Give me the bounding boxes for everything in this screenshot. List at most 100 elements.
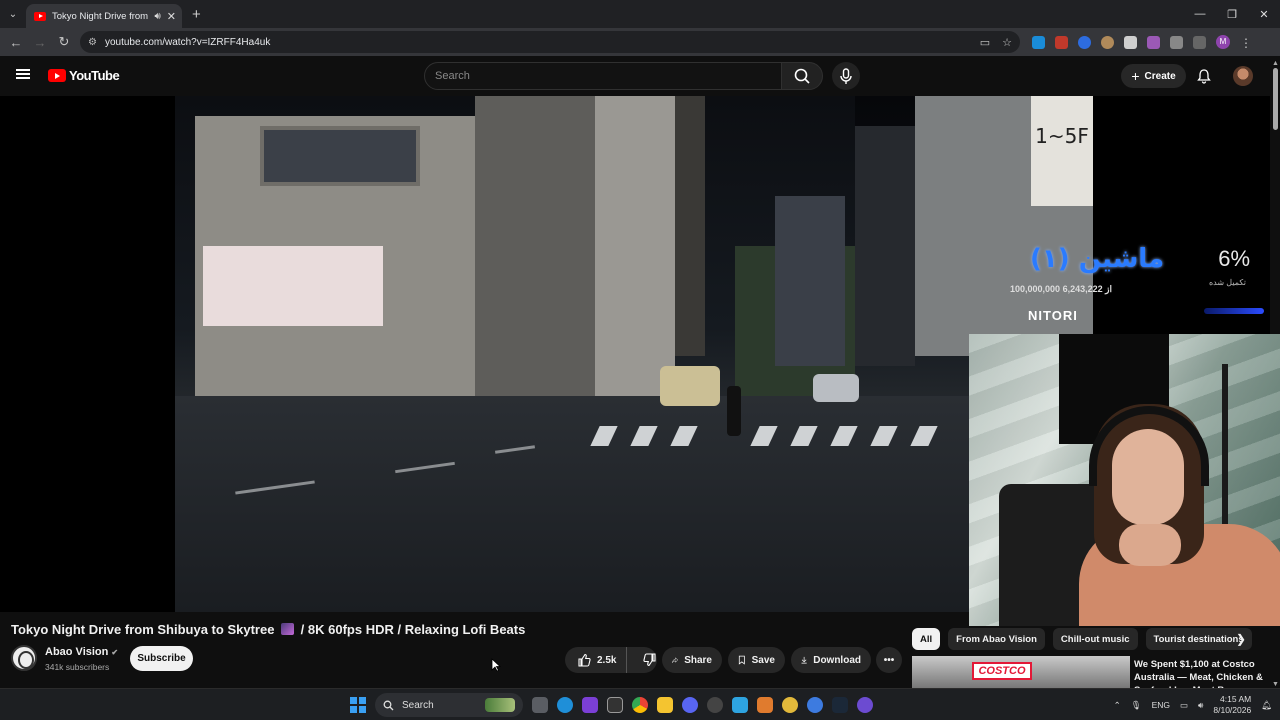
clock[interactable]: 4:15 AM 8/10/2026 [1213, 694, 1251, 716]
video-window [260, 126, 420, 186]
task-view-icon[interactable] [532, 697, 548, 713]
create-label: Create [1144, 70, 1176, 82]
search-input[interactable] [425, 63, 781, 89]
address-bar[interactable]: ⚙︎ youtube.com/watch?v=IZRFF4Ha4uk ▭ ☆ [80, 31, 1020, 53]
scroll-up-icon[interactable]: ▲ [1272, 60, 1279, 67]
subscriber-count: 341k subscribers [45, 662, 110, 672]
site-info-icon[interactable]: ⚙︎ [88, 37, 97, 48]
extension-icon[interactable] [1055, 35, 1068, 49]
shield-icon[interactable] [1124, 35, 1137, 49]
chip-chill-out-music[interactable]: Chill-out music [1052, 628, 1138, 650]
volume-icon[interactable]: 🔊︎ [1198, 700, 1203, 711]
settings-icon[interactable] [607, 697, 623, 713]
chrome-icon[interactable] [632, 697, 648, 713]
discord-icon[interactable] [682, 697, 698, 713]
chip-all[interactable]: All [912, 628, 941, 650]
extension-icon[interactable] [1078, 35, 1091, 49]
windows-taskbar: Search ⌃ 🎙︎ ENG ▭ 🔊︎ 4:15 AM 8/10/2026 🔔… [0, 688, 1280, 720]
taskbar-search-label: Search [402, 699, 434, 711]
scroll-thumb[interactable] [1273, 68, 1278, 130]
app-icon[interactable] [782, 697, 798, 713]
extension-icon[interactable] [1147, 35, 1160, 49]
recommendation-thumbnail[interactable]: COSTCO [912, 656, 1130, 688]
cast-icon[interactable]: ▭ [980, 36, 990, 49]
video-shop-sign [203, 246, 383, 326]
speaker-icon[interactable]: 🔊︎ [154, 11, 160, 22]
share-button[interactable]: Share [662, 647, 722, 673]
like-button[interactable]: 2.5k [565, 647, 628, 673]
reload-button[interactable]: ↻ [52, 34, 76, 50]
save-button[interactable]: Save [728, 647, 785, 673]
page-scrollbar[interactable]: ▲ ▼ [1270, 60, 1280, 688]
goal-progress-bar [1204, 308, 1264, 314]
menu-icon[interactable] [16, 69, 30, 79]
notification-center-icon[interactable]: 🔔︎ [1261, 700, 1272, 711]
lane-marking [494, 445, 536, 454]
edge-icon[interactable] [557, 697, 573, 713]
new-tab-button[interactable]: + [192, 6, 201, 23]
lane-marking [235, 480, 315, 495]
close-window-button[interactable]: ✕ [1248, 8, 1280, 21]
tray-chevron-up-icon[interactable]: ⌃ [1114, 700, 1121, 711]
app-icon[interactable] [707, 697, 723, 713]
create-button[interactable]: + Create [1121, 64, 1186, 88]
puzzle-icon[interactable] [1170, 35, 1183, 49]
notifications-bell-icon[interactable] [1196, 68, 1212, 84]
chip-from-channel[interactable]: From Abao Vision [948, 628, 1045, 650]
youtube-play-icon [48, 69, 66, 82]
restore-button[interactable]: ❐ [1216, 8, 1248, 21]
share-arrow-icon [672, 657, 679, 663]
goal-percent-label: تكميل شده [1208, 278, 1246, 287]
extension-icon[interactable] [1101, 35, 1114, 49]
close-tab-icon[interactable]: ✕ [167, 10, 176, 23]
channel-avatar[interactable] [11, 645, 37, 671]
microphone-icon[interactable]: 🎙︎ [1131, 700, 1142, 711]
voice-search-button[interactable] [832, 62, 860, 90]
subscribe-button[interactable]: Subscribe [130, 646, 193, 671]
url-text[interactable]: youtube.com/watch?v=IZRFF4Ha4uk [105, 37, 270, 48]
video-title-text: Tokyo Night Drive from Shibuya to Skytre… [11, 622, 275, 637]
channel-name-text[interactable]: Abao Vision [45, 646, 108, 658]
tab-search-button[interactable]: ⌄ [0, 0, 26, 28]
download-button[interactable]: Download [791, 647, 871, 673]
browser-menu-icon[interactable]: ⋮ [1240, 36, 1253, 50]
youtube-logo[interactable]: YouTube [48, 68, 120, 83]
browser-tab-active[interactable]: Tokyo Night Drive from Shi 🔊︎ ✕ [26, 4, 182, 28]
extension-icon[interactable] [1032, 35, 1045, 49]
like-dislike-group: 2.5k [565, 647, 657, 673]
video-car [813, 374, 859, 402]
windows-start-icon[interactable] [350, 697, 366, 713]
costco-logo: COSTCO [972, 662, 1032, 680]
app-icon[interactable] [732, 697, 748, 713]
app-icon[interactable] [757, 697, 773, 713]
recommendation-title[interactable]: We Spent $1,100 at Costco Australia — Me… [1134, 658, 1268, 688]
video-floor-sign: 1~5F [1031, 96, 1093, 206]
profile-avatar[interactable]: M [1216, 35, 1230, 49]
like-count: 2.5k [597, 654, 617, 666]
search-highlight-image [485, 698, 515, 712]
app-icon[interactable] [807, 697, 823, 713]
system-tray: ⌃ 🎙︎ ENG ▭ 🔊︎ 4:15 AM 8/10/2026 🔔︎ [1114, 693, 1272, 717]
bookmark-star-icon[interactable]: ☆ [1002, 36, 1012, 49]
taskbar-search[interactable]: Search [375, 693, 523, 717]
channel-name[interactable]: Abao Vision ✔︎ [45, 646, 118, 658]
steam-icon[interactable] [832, 697, 848, 713]
share-label: Share [684, 654, 712, 666]
tab-list-icon[interactable] [1193, 35, 1206, 49]
search-box [424, 62, 782, 90]
chevron-right-icon[interactable]: ❯ [1236, 632, 1246, 646]
app-r-icon[interactable] [582, 697, 598, 713]
language-indicator[interactable]: ENG [1152, 700, 1170, 710]
account-avatar[interactable] [1233, 66, 1253, 86]
minimize-button[interactable]: — [1184, 8, 1216, 21]
network-icon[interactable]: ▭ [1180, 700, 1188, 711]
media-player-icon[interactable] [857, 697, 873, 713]
scroll-down-icon[interactable]: ▼ [1272, 681, 1279, 688]
file-explorer-icon[interactable] [657, 697, 673, 713]
forward-button[interactable]: → [28, 35, 52, 50]
video-player[interactable]: 1~5F [175, 96, 1093, 612]
mouse-cursor-icon [491, 658, 501, 672]
search-button[interactable] [781, 62, 823, 90]
more-actions-button[interactable]: ••• [876, 647, 902, 673]
back-button[interactable]: ← [4, 35, 28, 50]
